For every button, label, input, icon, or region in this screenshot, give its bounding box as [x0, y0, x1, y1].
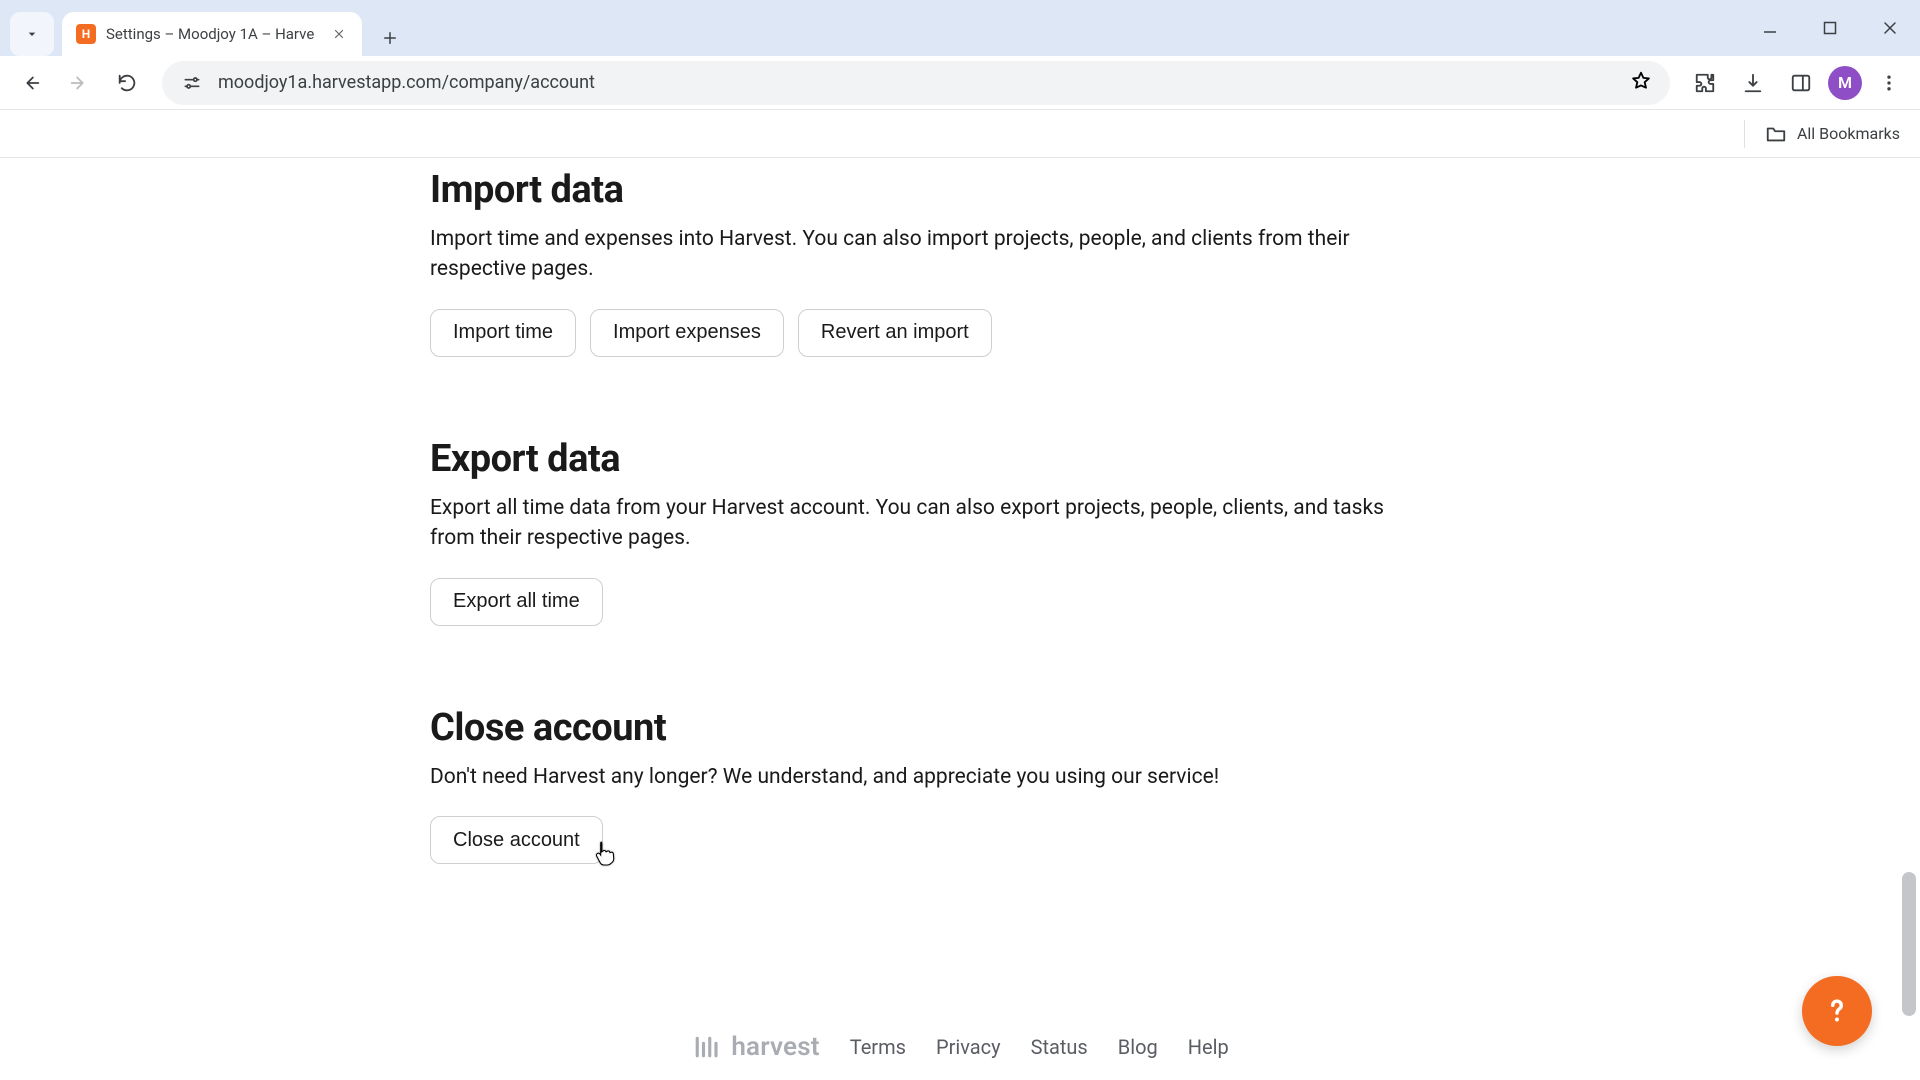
harvest-brand-text: harvest: [731, 1032, 819, 1062]
export-data-description: Export all time data from your Harvest a…: [430, 493, 1410, 554]
arrow-right-icon: [68, 72, 90, 94]
nav-forward-button[interactable]: [58, 62, 100, 104]
export-data-section: Export data Export all time data from yo…: [430, 437, 1470, 626]
import-data-description: Import time and expenses into Harvest. Y…: [430, 224, 1410, 285]
tab-search-dropdown[interactable]: [10, 12, 54, 56]
browser-tab-strip: H Settings – Moodjoy 1A – Harve: [0, 0, 1920, 56]
kebab-icon: [1879, 73, 1899, 93]
question-mark-icon: [1820, 994, 1854, 1028]
site-settings-button[interactable]: [180, 71, 204, 95]
scrollbar-thumb[interactable]: [1902, 872, 1916, 1016]
minimize-icon: [1762, 20, 1778, 36]
sidepanel-icon: [1790, 72, 1812, 94]
chrome-menu-button[interactable]: [1868, 62, 1910, 104]
address-bar[interactable]: moodjoy1a.harvestapp.com/company/account: [162, 61, 1670, 105]
close-account-title: Close account: [430, 706, 1470, 750]
chevron-down-icon: [24, 26, 40, 42]
export-data-title: Export data: [430, 437, 1470, 481]
close-icon: [1882, 20, 1898, 36]
all-bookmarks-label: All Bookmarks: [1797, 124, 1900, 143]
extensions-button[interactable]: [1684, 62, 1726, 104]
export-all-time-button[interactable]: Export all time: [430, 578, 603, 626]
profile-avatar[interactable]: M: [1828, 66, 1862, 100]
footer-terms-link[interactable]: Terms: [850, 1035, 906, 1059]
page-footer: harvest Terms Privacy Status Blog Help: [0, 1032, 1920, 1062]
import-expenses-button[interactable]: Import expenses: [590, 309, 784, 357]
import-data-section: Import data Import time and expenses int…: [430, 168, 1470, 357]
profile-avatar-letter: M: [1838, 73, 1852, 92]
nav-reload-button[interactable]: [106, 62, 148, 104]
help-fab-button[interactable]: [1802, 976, 1872, 1046]
revert-import-button[interactable]: Revert an import: [798, 309, 992, 357]
reload-icon: [116, 72, 138, 94]
sidepanel-button[interactable]: [1780, 62, 1822, 104]
download-icon: [1742, 72, 1764, 94]
window-controls: [1740, 0, 1920, 56]
downloads-button[interactable]: [1732, 62, 1774, 104]
harvest-brand: harvest: [691, 1032, 819, 1062]
browser-toolbar: moodjoy1a.harvestapp.com/company/account…: [0, 56, 1920, 110]
new-tab-button[interactable]: [372, 20, 408, 56]
browser-tab[interactable]: H Settings – Moodjoy 1A – Harve: [62, 12, 362, 56]
puzzle-icon: [1694, 72, 1716, 94]
folder-icon: [1765, 123, 1787, 145]
footer-status-link[interactable]: Status: [1031, 1035, 1088, 1059]
bookmarks-bar: All Bookmarks: [0, 110, 1920, 158]
import-time-button[interactable]: Import time: [430, 309, 576, 357]
window-minimize-button[interactable]: [1740, 4, 1800, 52]
tab-title: Settings – Moodjoy 1A – Harve: [106, 25, 320, 43]
tab-favicon-icon: H: [76, 24, 96, 44]
close-account-section: Close account Don't need Harvest any lon…: [430, 706, 1470, 864]
close-account-description: Don't need Harvest any longer? We unders…: [430, 762, 1410, 792]
footer-blog-link[interactable]: Blog: [1118, 1035, 1158, 1059]
footer-help-link[interactable]: Help: [1188, 1035, 1229, 1059]
sliders-icon: [182, 73, 202, 93]
window-maximize-button[interactable]: [1800, 4, 1860, 52]
maximize-icon: [1823, 21, 1837, 35]
vertical-scrollbar[interactable]: [1900, 168, 1918, 1070]
close-icon: [332, 27, 346, 41]
star-icon: [1630, 70, 1652, 92]
all-bookmarks-button[interactable]: All Bookmarks: [1765, 123, 1900, 145]
arrow-left-icon: [20, 72, 42, 94]
tab-close-button[interactable]: [330, 25, 348, 43]
address-text: moodjoy1a.harvestapp.com/company/account: [218, 72, 1616, 93]
close-account-button[interactable]: Close account: [430, 816, 603, 864]
bookmarks-separator: [1744, 120, 1745, 148]
harvest-logo-icon: [691, 1032, 721, 1062]
bookmark-star-button[interactable]: [1630, 70, 1652, 96]
nav-back-button[interactable]: [10, 62, 52, 104]
import-data-title: Import data: [430, 168, 1470, 212]
footer-privacy-link[interactable]: Privacy: [936, 1035, 1001, 1059]
plus-icon: [381, 29, 399, 47]
page-viewport: Import data Import time and expenses int…: [0, 158, 1920, 1080]
window-close-button[interactable]: [1860, 4, 1920, 52]
